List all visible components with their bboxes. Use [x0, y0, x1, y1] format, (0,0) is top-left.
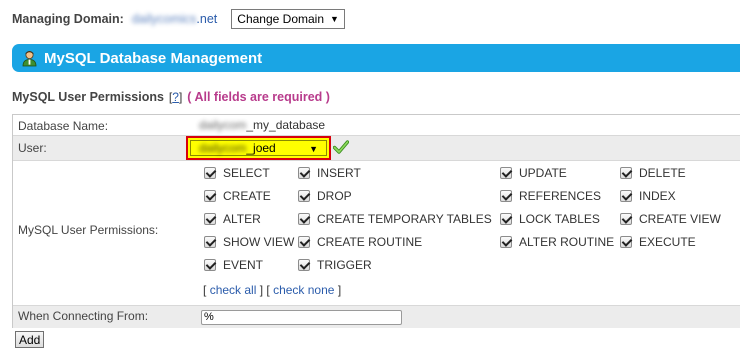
change-domain-select[interactable]: Change Domain ▼ [231, 9, 345, 29]
connecting-from-row: When Connecting From: % [13, 306, 740, 328]
perm-drop[interactable]: DROP [298, 188, 352, 204]
managing-domain-label: Managing Domain: [12, 12, 124, 26]
perm-lock-tables-checkbox[interactable] [500, 213, 512, 225]
perm-event-checkbox[interactable] [204, 259, 216, 271]
perm-create-routine-checkbox[interactable] [298, 236, 310, 248]
perm-create-temporary-tables-label: CREATE TEMPORARY TABLES [317, 212, 492, 226]
database-name-row: Database Name: dailycom _my_database [13, 115, 740, 136]
help-link[interactable]: ? [172, 90, 179, 104]
chevron-down-icon: ▼ [330, 14, 339, 24]
perm-alter[interactable]: ALTER [204, 211, 261, 227]
perm-execute-checkbox[interactable] [620, 236, 632, 248]
permissions-row: MySQL User Permissions: SELECT INSERT UP… [13, 161, 740, 306]
perm-references-label: REFERENCES [519, 189, 602, 203]
permissions-form: Database Name: dailycom _my_database User… [12, 114, 740, 328]
perm-show-view-checkbox[interactable] [204, 236, 216, 248]
perm-references[interactable]: REFERENCES [500, 188, 601, 204]
perm-insert-checkbox[interactable] [298, 167, 310, 179]
perm-drop-checkbox[interactable] [298, 190, 310, 202]
chevron-down-icon: ▼ [309, 144, 318, 154]
perm-lock-tables-label: LOCK TABLES [519, 212, 600, 226]
domain-suffix: .net [196, 12, 218, 26]
help-bracket-close: ] [178, 90, 183, 104]
perm-execute-label: EXECUTE [639, 235, 696, 249]
check-links-bracket-open: [ [203, 283, 207, 297]
database-name-label: Database Name: [18, 119, 109, 133]
connecting-from-input[interactable]: % [201, 310, 402, 325]
check-links-bracket-close: ] [337, 283, 342, 297]
perm-alter-routine-checkbox[interactable] [500, 236, 512, 248]
connecting-from-label: When Connecting From: [18, 309, 149, 323]
perm-insert-label: INSERT [317, 166, 361, 180]
perm-execute[interactable]: EXECUTE [620, 234, 696, 250]
current-domain: dailycomics .net [132, 12, 217, 26]
user-prefix-blurred: dailycom [199, 141, 247, 155]
perm-update[interactable]: UPDATE [500, 165, 567, 181]
database-suffix: _my_database [246, 118, 326, 132]
perm-alter-label: ALTER [223, 212, 261, 226]
perm-delete[interactable]: DELETE [620, 165, 686, 181]
perm-index-checkbox[interactable] [620, 190, 632, 202]
user-suffix: _joed [246, 141, 276, 155]
check-all-link[interactable]: check all [210, 283, 257, 297]
perm-create-label: CREATE [223, 189, 271, 203]
perm-create-view-checkbox[interactable] [620, 213, 632, 225]
perm-alter-routine[interactable]: ALTER ROUTINE [500, 234, 614, 250]
perm-create-routine-label: CREATE ROUTINE [317, 235, 423, 249]
domain-blurred: dailycomics [131, 12, 197, 26]
perm-event[interactable]: EVENT [204, 257, 263, 273]
user-row: User: dailycom _joed ▼ [13, 136, 740, 161]
perm-show-view-label: SHOW VIEW [223, 235, 295, 249]
perm-create-view[interactable]: CREATE VIEW [620, 211, 721, 227]
perm-create-temporary-tables-checkbox[interactable] [298, 213, 310, 225]
required-note: ( All fields are required ) [187, 90, 330, 104]
perm-create-routine[interactable]: CREATE ROUTINE [298, 234, 422, 250]
perm-alter-routine-label: ALTER ROUTINE [519, 235, 615, 249]
perm-create-view-label: CREATE VIEW [639, 212, 721, 226]
perm-index[interactable]: INDEX [620, 188, 676, 204]
section-title: MySQL User Permissions [12, 90, 164, 104]
check-none-link[interactable]: check none [273, 283, 334, 297]
perm-drop-label: DROP [317, 189, 352, 203]
perm-alter-checkbox[interactable] [204, 213, 216, 225]
perm-lock-tables[interactable]: LOCK TABLES [500, 211, 600, 227]
banner-title: MySQL Database Management [44, 49, 263, 67]
perm-references-checkbox[interactable] [500, 190, 512, 202]
change-domain-label: Change Domain [237, 12, 324, 26]
help-link-wrap: [?] [169, 90, 182, 104]
perm-trigger-label: TRIGGER [317, 258, 372, 272]
perm-delete-label: DELETE [639, 166, 686, 180]
user-select[interactable]: dailycom _joed ▼ [190, 140, 327, 156]
database-prefix-blurred: dailycom [199, 118, 247, 132]
perm-trigger[interactable]: TRIGGER [298, 257, 372, 273]
perm-show-view[interactable]: SHOW VIEW [204, 234, 294, 250]
user-label: User: [18, 141, 47, 155]
perm-create[interactable]: CREATE [204, 188, 271, 204]
section-heading: MySQL User Permissions [?] ( All fields … [12, 90, 330, 104]
user-icon [22, 50, 37, 66]
check-links-separator: ] [ [259, 283, 270, 297]
section-banner: MySQL Database Management [12, 44, 740, 72]
database-name-value: dailycom _my_database [199, 118, 325, 132]
perm-update-checkbox[interactable] [500, 167, 512, 179]
add-button[interactable]: Add [15, 331, 45, 348]
perm-update-label: UPDATE [519, 166, 567, 180]
perm-select-label: SELECT [223, 166, 270, 180]
perm-delete-checkbox[interactable] [620, 167, 632, 179]
perm-create-temporary-tables[interactable]: CREATE TEMPORARY TABLES [298, 211, 492, 227]
perm-select[interactable]: SELECT [204, 165, 270, 181]
domain-bar: Managing Domain: dailycomics .net Change … [12, 9, 345, 29]
user-select-highlight: dailycom _joed ▼ [186, 136, 331, 160]
check-links: [ check all ] [ check none ] [203, 283, 341, 297]
perm-create-checkbox[interactable] [204, 190, 216, 202]
perm-select-checkbox[interactable] [204, 167, 216, 179]
perm-event-label: EVENT [223, 258, 264, 272]
permissions-label: MySQL User Permissions: [18, 223, 159, 237]
valid-check-icon [333, 140, 349, 154]
perm-trigger-checkbox[interactable] [298, 259, 310, 271]
perm-index-label: INDEX [639, 189, 676, 203]
perm-insert[interactable]: INSERT [298, 165, 361, 181]
